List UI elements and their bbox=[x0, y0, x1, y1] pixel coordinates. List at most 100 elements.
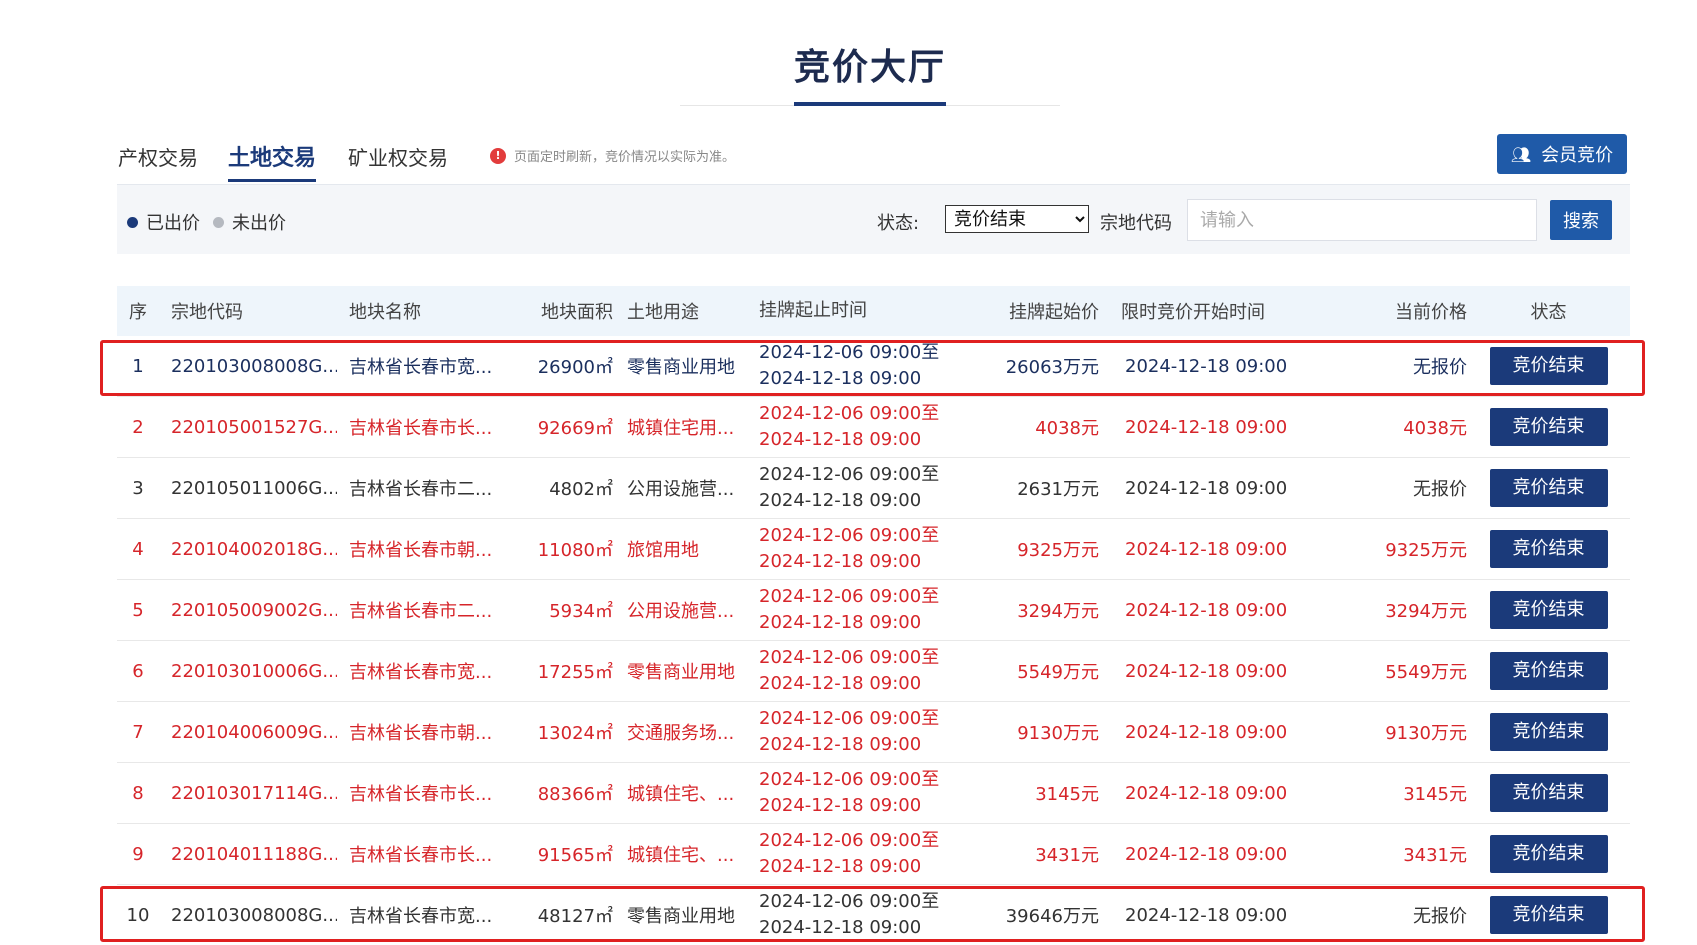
row-current-price: 无报价 bbox=[1413, 479, 1467, 500]
row-use: 城镇住宅用... bbox=[627, 418, 735, 439]
table-row[interactable]: 7 220104006009G... 吉林省长春市朝... 13024㎡ 交通服务场..… bbox=[117, 702, 1630, 763]
row-idx: 9 bbox=[132, 843, 144, 865]
row-time: 2024-12-06 09:00至 2024-12-18 09:00 bbox=[757, 584, 977, 636]
dot-not-bid-icon bbox=[213, 216, 224, 228]
row-use: 城镇住宅、... bbox=[627, 784, 735, 805]
row-code: 220105001527G... bbox=[171, 416, 337, 438]
legend-not-bid: 未出价 bbox=[213, 209, 286, 235]
tab-property-trade[interactable]: 产权交易 bbox=[118, 142, 198, 171]
row-current-price: 5549万元 bbox=[1385, 662, 1467, 683]
row-bid-start: 2024-12-18 09:00 bbox=[1125, 416, 1288, 438]
row-area: 48127㎡ bbox=[537, 906, 613, 927]
row-code: 220105009002G... bbox=[171, 599, 337, 621]
status-button[interactable]: 竞价结束 bbox=[1489, 652, 1608, 690]
filter-bar: 已出价 未出价 状态: 竞价结束 宗地代码 搜索 bbox=[117, 184, 1630, 254]
row-area: 91565㎡ bbox=[537, 845, 613, 866]
row-idx: 1 bbox=[132, 355, 144, 377]
users-icon: 👥︎ bbox=[1510, 144, 1532, 164]
row-area: 13024㎡ bbox=[537, 723, 613, 744]
row-time: 2024-12-06 09:00至 2024-12-18 09:00 bbox=[757, 523, 977, 575]
row-status: 竞价结束 bbox=[1467, 347, 1630, 385]
table-row[interactable]: 1 220103008008G... 吉林省长春市宽... 26900㎡ 零售商业用地 2… bbox=[117, 336, 1630, 397]
row-start-price: 9130万元 bbox=[1017, 723, 1099, 744]
row-current-price: 3431元 bbox=[1403, 845, 1467, 866]
row-use: 旅馆用地 bbox=[627, 540, 699, 561]
row-code: 220104002018G... bbox=[171, 538, 337, 560]
status-button[interactable]: 竞价结束 bbox=[1489, 774, 1608, 812]
status-button[interactable]: 竞价结束 bbox=[1489, 530, 1608, 568]
table-row[interactable]: 9 220104011188G... 吉林省长春市长... 91565㎡ 城镇住宅、..… bbox=[117, 824, 1630, 885]
table-row[interactable]: 5 220105009002G... 吉林省长春市二... 5934㎡ 公用设施营...… bbox=[117, 580, 1630, 641]
row-area: 26900㎡ bbox=[537, 357, 613, 378]
row-time-start: 2024-12-06 09:00至 bbox=[759, 830, 940, 851]
row-name: 吉林省长春市长... bbox=[349, 784, 493, 805]
row-time: 2024-12-06 09:00至 2024-12-18 09:00 bbox=[757, 889, 977, 941]
table-row[interactable]: 3 220105011006G... 吉林省长春市二... 4802㎡ 公用设施营...… bbox=[117, 458, 1630, 519]
row-status: 竞价结束 bbox=[1467, 408, 1630, 446]
row-use: 城镇住宅、... bbox=[627, 845, 735, 866]
row-bid-start: 2024-12-18 09:00 bbox=[1125, 355, 1288, 377]
table-row[interactable]: 4 220104002018G... 吉林省长春市朝... 11080㎡ 旅馆用地 202… bbox=[117, 519, 1630, 580]
row-time-end: 2024-12-18 09:00 bbox=[759, 551, 922, 572]
code-label: 宗地代码 bbox=[1100, 213, 1172, 234]
row-code: 220104011188G... bbox=[171, 843, 337, 865]
legend-bid-label: 已出价 bbox=[146, 213, 200, 234]
status-button[interactable]: 竞价结束 bbox=[1489, 469, 1608, 507]
notice-text: 页面定时刷新，竞价情况以实际为准。 bbox=[514, 150, 736, 165]
tab-land-trade[interactable]: 土地交易 bbox=[228, 140, 317, 182]
code-input[interactable] bbox=[1187, 199, 1537, 241]
refresh-notice: ! 页面定时刷新，竞价情况以实际为准。 bbox=[490, 146, 735, 165]
row-time-end: 2024-12-18 09:00 bbox=[759, 429, 922, 450]
row-code: 220104006009G... bbox=[171, 721, 337, 743]
row-time-end: 2024-12-18 09:00 bbox=[759, 795, 922, 816]
status-select[interactable]: 竞价结束 bbox=[945, 205, 1089, 233]
row-start-price: 9325万元 bbox=[1017, 540, 1099, 561]
row-current-price: 无报价 bbox=[1413, 906, 1467, 927]
status-button[interactable]: 竞价结束 bbox=[1489, 347, 1608, 385]
row-time-end: 2024-12-18 09:00 bbox=[759, 368, 922, 389]
row-current-price: 3145元 bbox=[1403, 784, 1467, 805]
table-row[interactable]: 6 220103010006G... 吉林省长春市宽... 17255㎡ 零售商业用地 2… bbox=[117, 641, 1630, 702]
row-time-start: 2024-12-06 09:00至 bbox=[759, 891, 940, 912]
col-use: 土地用途 bbox=[627, 302, 699, 323]
status-button[interactable]: 竞价结束 bbox=[1489, 896, 1608, 934]
row-current-price: 无报价 bbox=[1413, 357, 1467, 378]
row-code: 220103010006G... bbox=[171, 660, 337, 682]
row-area: 11080㎡ bbox=[537, 540, 613, 561]
tab-mining-trade[interactable]: 矿业权交易 bbox=[348, 142, 448, 171]
table-row[interactable]: 2 220105001527G... 吉林省长春市长... 92669㎡ 城镇住宅用..… bbox=[117, 397, 1630, 458]
row-time: 2024-12-06 09:00至 2024-12-18 09:00 bbox=[757, 645, 977, 697]
row-time: 2024-12-06 09:00至 2024-12-18 09:00 bbox=[757, 401, 977, 453]
row-status: 竞价结束 bbox=[1467, 530, 1630, 568]
row-use: 零售商业用地 bbox=[627, 662, 735, 683]
table-row[interactable]: 8 220103017114G... 吉林省长春市长... 88366㎡ 城镇住宅、..… bbox=[117, 763, 1630, 824]
status-button[interactable]: 竞价结束 bbox=[1489, 835, 1608, 873]
row-time: 2024-12-06 09:00至 2024-12-18 09:00 bbox=[757, 462, 977, 514]
row-status: 竞价结束 bbox=[1467, 652, 1630, 690]
row-name: 吉林省长春市宽... bbox=[349, 906, 493, 927]
row-time-start: 2024-12-06 09:00至 bbox=[759, 525, 940, 546]
row-time-start: 2024-12-06 09:00至 bbox=[759, 403, 940, 424]
status-button[interactable]: 竞价结束 bbox=[1489, 408, 1608, 446]
status-button[interactable]: 竞价结束 bbox=[1489, 713, 1608, 751]
page-title: 竞价大厅 bbox=[793, 40, 946, 106]
title-area: 竞价大厅 bbox=[680, 40, 1060, 106]
row-status: 竞价结束 bbox=[1467, 896, 1630, 934]
table-row[interactable]: 10 220103008008G... 吉林省长春市宽... 48127㎡ 零售商业用地… bbox=[117, 885, 1630, 945]
table-body: 1 220103008008G... 吉林省长春市宽... 26900㎡ 零售商业用地 2… bbox=[117, 336, 1630, 945]
row-idx: 3 bbox=[132, 477, 144, 499]
row-start-price: 5549万元 bbox=[1017, 662, 1099, 683]
row-status: 竞价结束 bbox=[1467, 469, 1630, 507]
member-bid-button[interactable]: 👥︎ 会员竞价 bbox=[1497, 134, 1627, 174]
row-area: 4802㎡ bbox=[549, 479, 613, 500]
search-button[interactable]: 搜索 bbox=[1550, 200, 1612, 240]
legend-not-bid-label: 未出价 bbox=[232, 213, 286, 234]
row-use: 公用设施营... bbox=[627, 479, 735, 500]
row-start-price: 3431元 bbox=[1035, 845, 1099, 866]
row-idx: 7 bbox=[132, 721, 144, 743]
row-status: 竞价结束 bbox=[1467, 774, 1630, 812]
status-button[interactable]: 竞价结束 bbox=[1489, 591, 1608, 629]
col-time: 挂牌起止时间 bbox=[759, 300, 867, 321]
row-start-price: 39646万元 bbox=[1005, 906, 1099, 927]
row-time-end: 2024-12-18 09:00 bbox=[759, 856, 922, 877]
